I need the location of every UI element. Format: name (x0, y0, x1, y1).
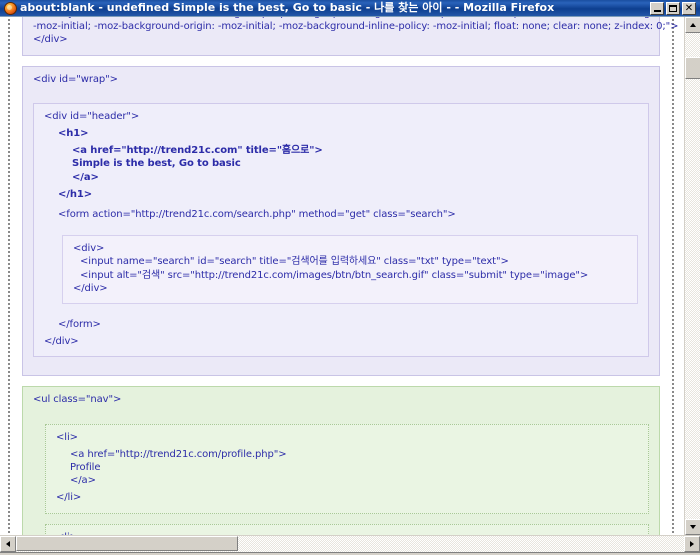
page-viewport[interactable]: <div style=" border: medium none ; margi… (0, 17, 684, 535)
close-button[interactable]: ✕ (682, 1, 696, 15)
code-line-li-open: <li> (56, 531, 638, 535)
code-line-div-open: <div> (73, 243, 105, 255)
scroll-up-button[interactable] (685, 17, 700, 33)
code-line-input-text: <input name="search" id="search" title="… (80, 256, 509, 268)
block-wrap: <div id="wrap"> <div id="header"> <h1> <… (22, 65, 660, 377)
vertical-scroll-track[interactable] (685, 33, 700, 519)
block-form-inner-div: <div> <input name="search" id="search" t… (62, 235, 638, 305)
vertical-scrollbar[interactable] (684, 17, 700, 535)
code-line: -moz-initial; -moz-background-origin: -m… (33, 21, 679, 33)
window-controls: ✕ (650, 1, 696, 15)
window-title: about:blank - undefined Simple is the be… (20, 1, 555, 14)
code-line-header-close: </div> (44, 336, 79, 348)
list-item: <li> <a href="http://trend21c.tistory.co… (45, 523, 649, 535)
code-line-a-open: <a href="http://trend21c.com" title="홈으로… (72, 145, 323, 157)
block-header: <div id="header"> <h1> <a href="http://t… (33, 102, 649, 358)
window-titlebar[interactable]: about:blank - undefined Simple is the be… (0, 0, 700, 16)
maximize-button[interactable] (666, 1, 680, 15)
code-line-a-open: <a href="http://trend21c.com/profile.php… (70, 448, 287, 460)
code-line-form-close: </form> (58, 319, 101, 331)
code-line-li-close: </li> (56, 492, 82, 504)
code-line-h1-close: </h1> (58, 188, 92, 200)
browser-window: about:blank - undefined Simple is the be… (0, 0, 700, 555)
block-style-div: <div style=" border: medium none ; margi… (22, 17, 684, 56)
firefox-logo-icon (4, 1, 17, 15)
horizontal-scrollbar[interactable] (0, 535, 700, 552)
source-root-container: <div style=" border: medium none ; margi… (8, 17, 684, 535)
vertical-scroll-thumb[interactable] (685, 57, 700, 79)
code-line-a-close: </a> (70, 475, 96, 487)
code-line: </div> (33, 34, 68, 46)
scroll-left-button[interactable] (0, 536, 16, 552)
code-line-div-close: </div> (73, 282, 108, 294)
code-line-ul-open: <ul class="nav"> (33, 394, 122, 406)
scroll-down-button[interactable] (685, 519, 700, 535)
content-area: <div style=" border: medium none ; margi… (0, 16, 700, 535)
code-line-a-text: Profile (70, 462, 101, 474)
block-nav: <ul class="nav"> <li> <a href="http://tr… (22, 386, 660, 535)
code-line-header-open: <div id="header"> (44, 110, 140, 122)
list-item: <li> <a href="http://trend21c.com/profil… (45, 423, 649, 514)
code-line-wrap-open: <div id="wrap"> (33, 73, 118, 85)
code-line-form-open: <form action="http://trend21c.com/search… (58, 209, 456, 221)
code-line-a-close: </a> (72, 171, 99, 183)
code-line-h1-open: <h1> (58, 128, 89, 140)
minimize-button[interactable] (650, 1, 664, 15)
code-line-input-submit: <input alt="검색" src="http://trend21c.com… (80, 269, 589, 281)
code-line-li-open: <li> (56, 431, 78, 443)
horizontal-scroll-thumb[interactable] (16, 536, 238, 551)
horizontal-scroll-track[interactable] (16, 536, 684, 552)
code-line-a-text: Simple is the best, Go to basic (72, 158, 241, 170)
scroll-right-button[interactable] (684, 536, 700, 552)
